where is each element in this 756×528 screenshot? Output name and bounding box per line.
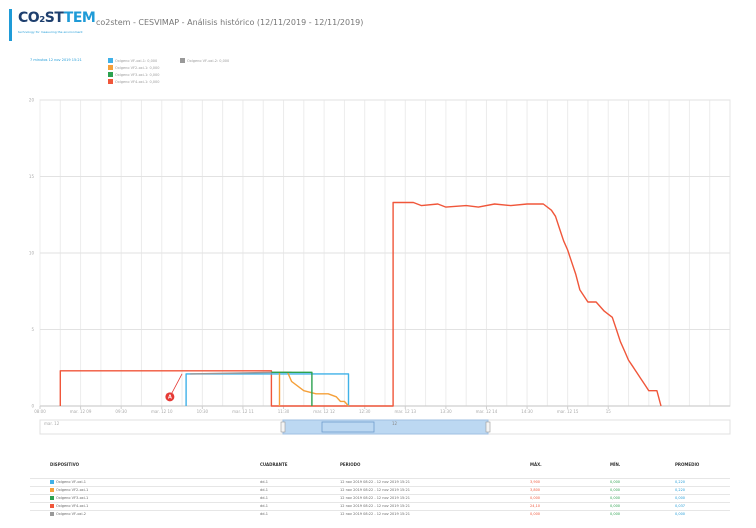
quadrant-cell: dd-1	[260, 496, 268, 500]
table-row[interactable]: Oxígeno VF-oxi-2 dd-1 12 nov 2019 08:22 …	[30, 510, 730, 518]
average-cell: 0,000	[675, 496, 686, 500]
navigator-start-label: mar. 12	[44, 421, 60, 426]
x-tick-label: mar. 12 15	[557, 409, 579, 414]
device-swatch	[50, 504, 54, 508]
quadrant-cell: dd-1	[260, 480, 268, 484]
x-tick-label: 08:00	[34, 409, 46, 414]
table-row[interactable]: Oxígeno VF3-oxi-1 dd-1 12 nov 2019 08:22…	[30, 494, 730, 502]
x-tick-label: mar. 12 11	[232, 409, 254, 414]
device-cell: Oxígeno VF2-oxi-1	[50, 488, 88, 492]
device-swatch	[50, 480, 54, 484]
x-tick-label: 13:30	[440, 409, 452, 414]
max-cell: 0,000	[530, 512, 541, 516]
max-cell: 3,900	[530, 480, 541, 484]
average-cell: 0,220	[675, 488, 686, 492]
y-tick-label: 5	[31, 327, 34, 332]
x-tick-label: mar. 12 13	[394, 409, 416, 414]
device-cell: Oxígeno VF4-oxi-1	[50, 504, 88, 508]
quadrant-cell: dd-1	[260, 504, 268, 508]
min-cell: 0,000	[610, 480, 621, 484]
min-cell: 0,000	[610, 504, 621, 508]
device-cell: Oxígeno VF-oxi-1	[50, 480, 86, 484]
period-cell: 12 nov 2019 08:22 - 12 nov 2019 15:21	[340, 504, 410, 508]
line-chart: 0 5 10 15 20 08:00 mar. 12 09 09:30 mar. 12 10 10…	[29, 98, 731, 435]
table-header-max: MÁX.	[530, 462, 542, 467]
navigator-handle-right	[485, 421, 491, 433]
x-tick-label: mar. 12 14	[476, 409, 498, 414]
y-tick-label: 15	[29, 174, 35, 179]
y-tick-label: 0	[31, 404, 34, 409]
min-cell: 0,000	[610, 496, 621, 500]
table-header-device: DISPOSITIVO	[50, 462, 80, 467]
device-name: Oxígeno VF3-oxi-1	[56, 496, 89, 500]
table-header-min: MÍN.	[610, 462, 621, 467]
x-tick-label: 10:30	[197, 409, 209, 414]
navigator-selection	[282, 419, 489, 435]
x-tick-label: 11:30	[278, 409, 290, 414]
device-name: Oxígeno VF4-oxi-1	[56, 504, 89, 508]
quadrant-cell: dd-1	[260, 488, 268, 492]
device-swatch	[50, 496, 54, 500]
x-tick-label: 12:30	[359, 409, 371, 414]
period-cell: 12 nov 2019 08:22 - 12 nov 2019 15:21	[340, 512, 410, 516]
x-tick-label: 09:30	[115, 409, 127, 414]
navigator-mid-label: 12	[392, 421, 398, 426]
device-cell: Oxígeno VF3-oxi-1	[50, 496, 88, 500]
table-header-quadrant: CUADRANTE	[260, 462, 288, 467]
device-name: Oxígeno VF-oxi-1	[56, 480, 86, 484]
table-row[interactable]: Oxígeno VF-oxi-1 dd-1 12 nov 2019 08:22 …	[30, 478, 730, 486]
period-cell: 12 nov 2019 08:22 - 12 nov 2019 15:21	[340, 480, 410, 484]
table-header-period: PERIODO	[340, 462, 361, 467]
average-cell: 0,037	[675, 504, 686, 508]
y-tick-label: 20	[29, 98, 35, 103]
min-cell: 0,000	[610, 512, 621, 516]
max-cell: 3,800	[530, 488, 541, 492]
table-header-average: PROMEDIO	[675, 462, 700, 467]
max-cell: 0,000	[530, 496, 541, 500]
y-tick-label: 10	[29, 251, 35, 256]
table-row[interactable]: Oxígeno VF4-oxi-1 dd-1 12 nov 2019 08:22…	[30, 502, 730, 510]
min-cell: 0,000	[610, 488, 621, 492]
x-tick-label: 14:30	[521, 409, 533, 414]
annotation-marker-label: A	[168, 395, 172, 401]
table-row[interactable]: Oxígeno VF2-oxi-1 dd-1 12 nov 2019 08:22…	[30, 486, 730, 494]
quadrant-cell: dd-1	[260, 512, 268, 516]
period-cell: 12 nov 2019 08:22 - 12 nov 2019 15:21	[340, 496, 410, 500]
device-cell: Oxígeno VF-oxi-2	[50, 512, 86, 516]
device-swatch	[50, 488, 54, 492]
navigator-handle-left	[280, 421, 286, 433]
x-tick-label: 15	[606, 409, 612, 414]
device-name: Oxígeno VF2-oxi-1	[56, 488, 89, 492]
device-swatch	[50, 512, 54, 516]
x-tick-label: mar. 12 12	[313, 409, 335, 414]
x-tick-label: mar. 12 10	[151, 409, 173, 414]
x-tick-label: mar. 12 09	[70, 409, 92, 414]
max-cell: 24,10	[530, 504, 541, 508]
period-cell: 12 nov 2019 08:22 - 12 nov 2019 15:21	[340, 488, 410, 492]
average-cell: 0,220	[675, 480, 686, 484]
device-name: Oxígeno VF-oxi-2	[56, 512, 86, 516]
average-cell: 0,000	[675, 512, 686, 516]
